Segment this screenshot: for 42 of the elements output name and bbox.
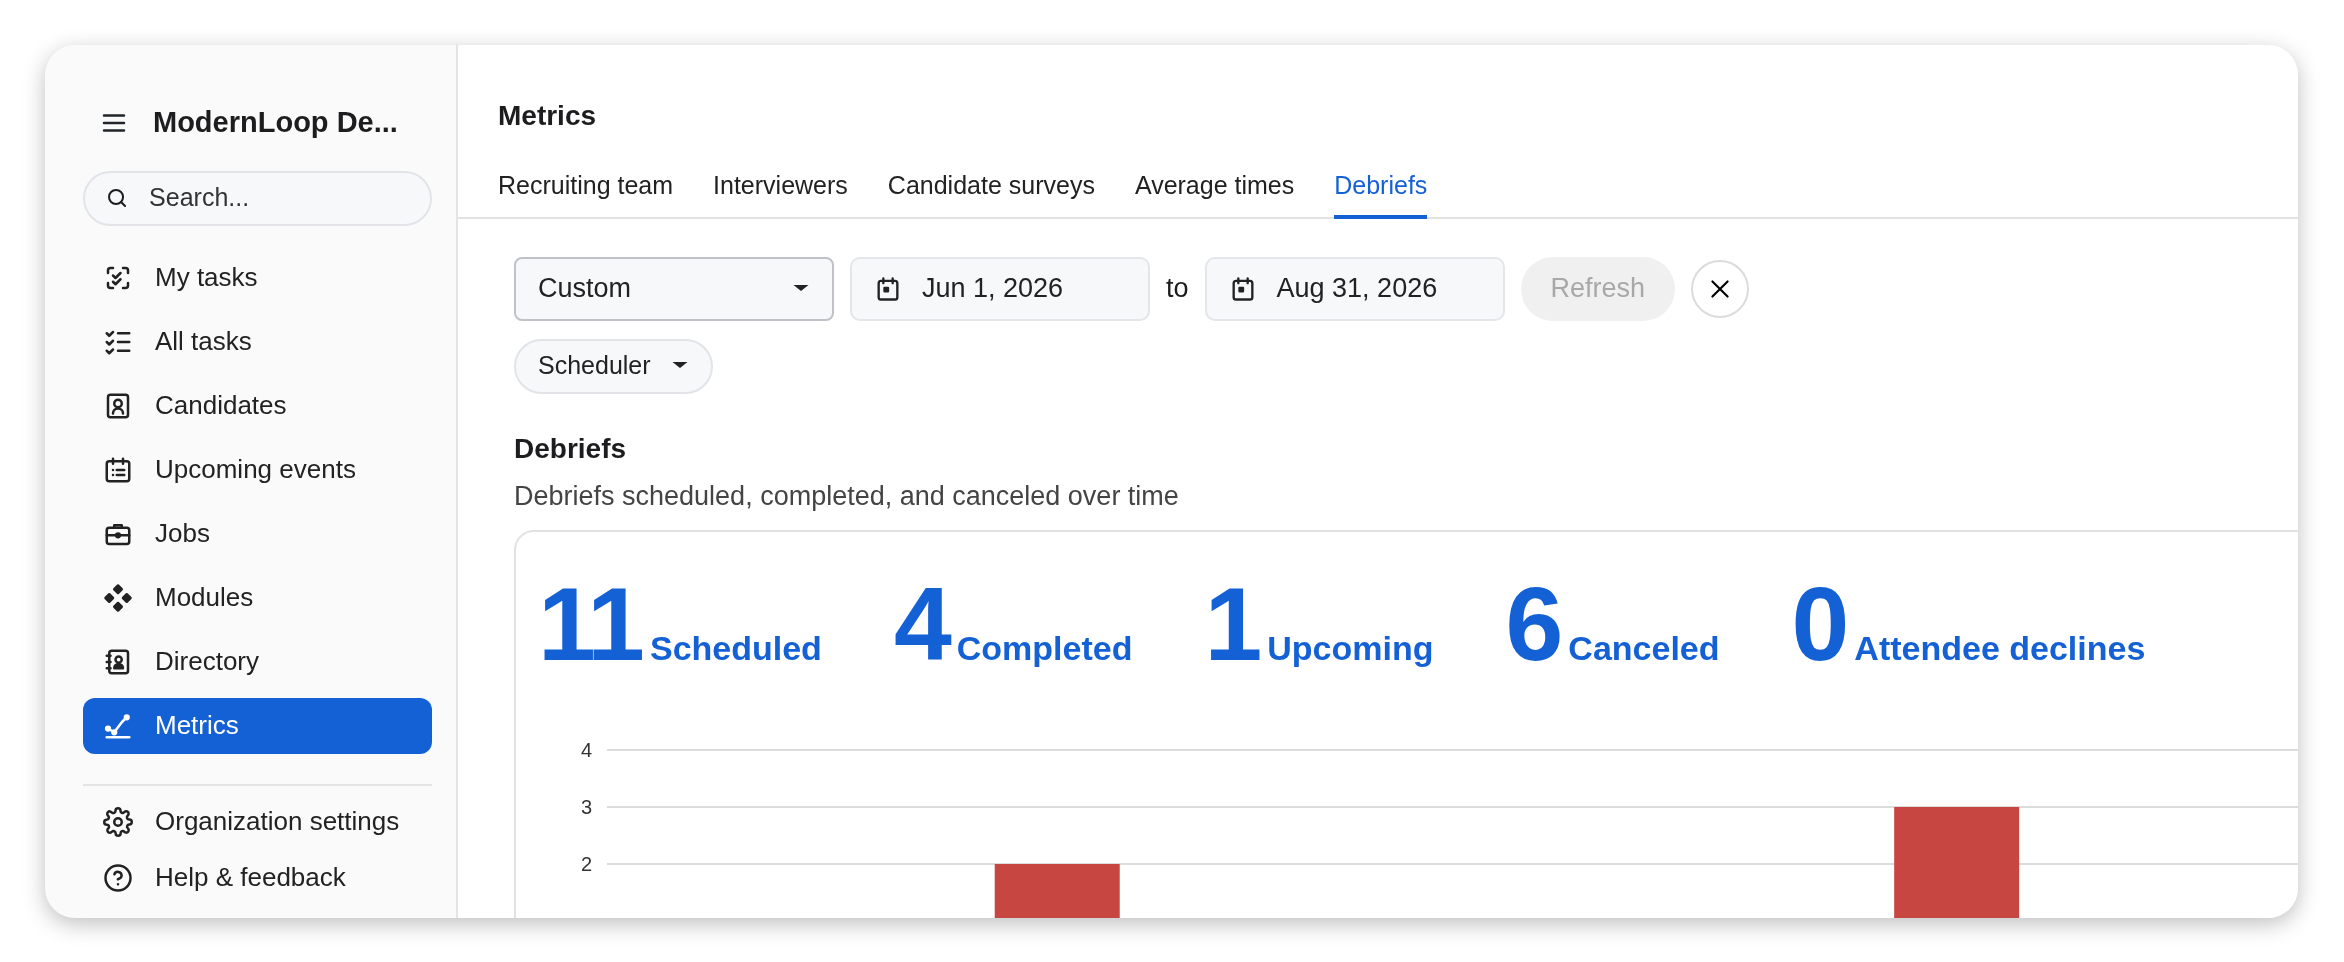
stat-label: Scheduled: [649, 628, 822, 669]
stat-label: Attendee declines: [1854, 628, 2146, 669]
question-icon: [103, 862, 133, 893]
section-subtitle: Debriefs scheduled, completed, and canceled over time: [514, 479, 1180, 513]
stat-label: Canceled: [1568, 628, 1720, 669]
sidebar-item[interactable]: Help & feedback: [83, 849, 432, 906]
stat-value: 4: [893, 572, 949, 676]
sidebar-item[interactable]: Jobs: [83, 505, 432, 562]
search-input[interactable]: Search...: [147, 178, 410, 218]
tab[interactable]: Candidate surveys: [887, 159, 1095, 219]
range-dropdown[interactable]: Custom: [514, 256, 834, 321]
stat-label: Completed: [956, 628, 1133, 669]
tab[interactable]: Average times: [1134, 159, 1295, 219]
stat-value: 0: [1791, 572, 1847, 676]
diamonds-icon: [103, 582, 133, 613]
tab[interactable]: Recruiting team: [498, 159, 674, 219]
sidebar-item[interactable]: Metrics: [83, 697, 432, 754]
axis-tick-label: 3: [580, 796, 592, 818]
stat-value: 1: [1204, 572, 1260, 676]
gear-icon: [103, 806, 133, 837]
search-field[interactable]: Search...: [83, 170, 432, 226]
sidebar-item[interactable]: Upcoming events: [83, 441, 432, 498]
role-filter[interactable]: Scheduler: [514, 338, 713, 394]
sidebar-item[interactable]: All tasks: [83, 313, 432, 370]
date-field[interactable]: Aug 31, 2026: [1204, 256, 1505, 321]
page-title: Metrics: [498, 99, 598, 133]
stat-value: 6: [1505, 572, 1561, 676]
axis-tick-label: 4: [580, 739, 592, 761]
stat-label: Upcoming: [1267, 628, 1434, 669]
sidebar-item[interactable]: Candidates: [83, 377, 432, 434]
axis-tick-label: 2: [580, 853, 592, 875]
range-separator: to: [1166, 272, 1189, 306]
sidebar-item[interactable]: Modules: [83, 569, 432, 626]
tab[interactable]: Interviewers: [713, 159, 848, 219]
sidebar-item[interactable]: Directory: [83, 633, 432, 690]
section-title: Debriefs: [514, 431, 628, 466]
tab[interactable]: Debriefs: [1334, 159, 1428, 219]
sidebar-item[interactable]: Organization settings: [83, 793, 432, 850]
date-field[interactable]: Jun 1, 2026: [850, 256, 1150, 321]
workspace-title: ModernLoop De...: [153, 105, 398, 140]
stat-value: 11: [538, 572, 642, 676]
sidebar-item[interactable]: My tasks: [83, 249, 432, 306]
